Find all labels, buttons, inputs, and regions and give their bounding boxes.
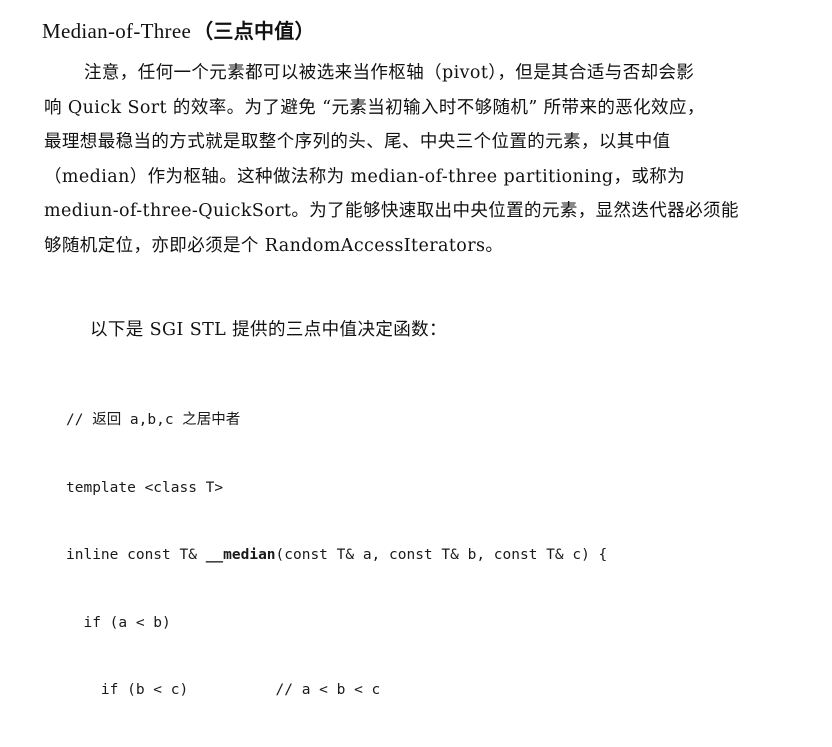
code-intro-text: 以下是 SGI STL 提供的三点中值决定函数： <box>90 320 447 340</box>
code-function-signature: inline const T& __median(const T& a, con… <box>66 544 607 567</box>
paragraph-line: 响 Quick Sort 的效率。为了避免 “元素当初输入时不够随机” 所带来的… <box>44 97 705 118</box>
paragraph-line: mediun-of-three-QuickSort。为了能够快速取出中央位置的元… <box>44 201 739 221</box>
code-comment-line: // 返回 a,b,c 之居中者 <box>66 412 241 428</box>
paragraph-line: （median）作为枢轴。这种做法称为 median-of-three part… <box>44 166 686 187</box>
section-heading-latin: Median-of-Three <box>42 19 192 43</box>
paragraph-line: 最理想最稳当的方式就是取整个序列的头、尾、中央三个位置的元素，以其中值 <box>44 132 671 152</box>
section-heading-chinese: （三点中值） <box>193 19 315 43</box>
paragraph-line: 够随机定位，亦即必须是个 RandomAccessIterators。 <box>44 235 504 256</box>
book-page: Median-of-Three （三点中值） 注意，任何一个元素都可以被选来当作枢… <box>0 0 832 698</box>
body-paragraph: 注意，任何一个元素都可以被选来当作枢轴（pivot），但是其合适与否却会影 响 … <box>44 56 778 263</box>
code-line: if (b < c) // a < b < c <box>66 682 381 698</box>
code-line: if (a < b) <box>66 614 171 631</box>
code-signature-prefix: inline const T& <box>66 547 206 563</box>
code-function-name: __median <box>205 547 276 563</box>
paragraph-line: 注意，任何一个元素都可以被选来当作枢轴（pivot），但是其合适与否却会影 <box>84 63 695 83</box>
code-signature-params: (const T& a, const T& b, const T& c) { <box>275 547 608 563</box>
section-heading: Median-of-Three （三点中值） <box>42 16 315 46</box>
code-listing: // 返回 a,b,c 之居中者 template <class T> inli… <box>66 364 607 747</box>
